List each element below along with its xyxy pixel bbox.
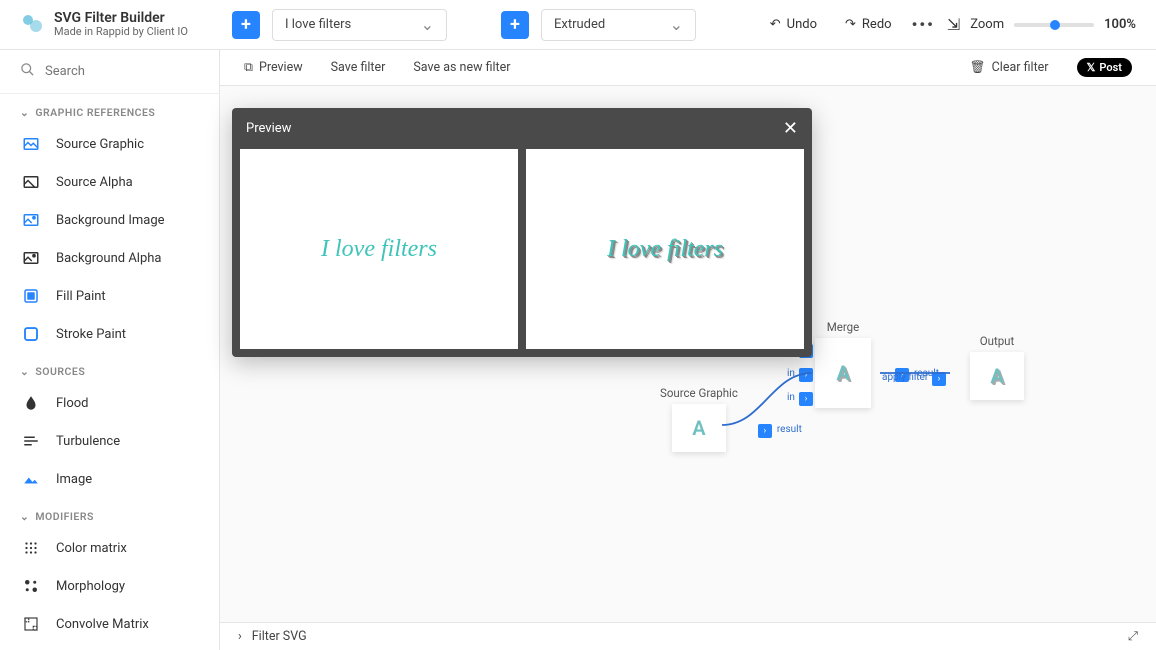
app-title: SVG Filter Builder — [54, 11, 188, 26]
section-modifiers[interactable]: ⌄ MODIFIERS — [0, 498, 219, 529]
sidebar-item-stroke-paint[interactable]: Stroke Paint — [0, 315, 219, 353]
port-label: result — [777, 424, 802, 435]
panel-title: Filter SVG — [252, 629, 307, 644]
sidebar-item-morphology[interactable]: Morphology — [0, 567, 219, 605]
add-filter-button[interactable]: + — [501, 11, 529, 39]
sidebar: ⌄ GRAPHIC REFERENCES Source Graphic Sour… — [0, 50, 220, 650]
node-merge[interactable]: Merge A › in › in › in › result — [815, 320, 871, 408]
chevron-down-icon: ⌄ — [20, 106, 29, 119]
chevron-down-icon: ⌄ — [421, 15, 434, 34]
search-icon — [20, 62, 35, 81]
clear-filter-button[interactable]: 🗑Clear filter — [970, 60, 1049, 75]
close-icon[interactable]: ✕ — [783, 118, 798, 139]
bg-alpha-icon — [20, 247, 42, 269]
zoom-label: Zoom — [970, 17, 1004, 32]
expand-icon[interactable]: ⤢ — [1128, 629, 1138, 644]
port-label: in — [787, 392, 795, 403]
search-input[interactable] — [45, 64, 211, 79]
source-dropdown[interactable]: I love filters ⌄ — [272, 9, 447, 41]
zoom-fit-icon[interactable]: ⇲ — [947, 15, 960, 34]
fill-paint-icon — [20, 285, 42, 307]
trash-icon: 🗑 — [970, 60, 986, 75]
port-label: in — [787, 368, 795, 379]
convolve-icon — [20, 613, 42, 635]
port-out[interactable]: › — [758, 424, 772, 438]
chevron-down-icon: ⌄ — [20, 365, 29, 378]
save-as-new-button[interactable]: Save as new filter — [413, 60, 510, 75]
app-logo-icon — [20, 12, 44, 36]
flood-icon — [20, 392, 42, 414]
filter-svg-panel[interactable]: › Filter SVG ⤢ — [220, 622, 1156, 650]
logo: SVG Filter Builder Made in Rappid by Cli… — [20, 11, 220, 38]
node-thumb: A — [672, 404, 726, 452]
filter-dropdown[interactable]: Extruded ⌄ — [541, 9, 696, 41]
preview-button[interactable]: ⧉Preview — [244, 60, 303, 75]
zoom-value: 100% — [1104, 17, 1136, 32]
image-icon — [20, 468, 42, 490]
redo-icon: ↷ — [845, 17, 856, 32]
chevron-down-icon: ⌄ — [670, 15, 683, 34]
x-icon: 𝕏 — [1087, 61, 1096, 74]
node-output[interactable]: Output A › apply filter — [970, 334, 1024, 400]
port-in[interactable]: › — [799, 392, 813, 406]
source-alpha-icon — [20, 171, 42, 193]
port-in[interactable]: › — [799, 368, 813, 382]
undo-button[interactable]: ↶ Undo — [762, 13, 825, 36]
canvas[interactable]: ⧉Preview Save filter Save as new filter … — [220, 50, 1156, 650]
sidebar-item-turbulence[interactable]: Turbulence — [0, 422, 219, 460]
sidebar-item-source-graphic[interactable]: Source Graphic — [0, 125, 219, 163]
chevron-down-icon: ⌄ — [20, 510, 29, 523]
node-thumb: A — [970, 352, 1024, 400]
stroke-paint-icon — [20, 323, 42, 345]
more-menu-button[interactable]: ••• — [912, 15, 935, 34]
port-label: apply filter — [882, 372, 928, 383]
preview-filtered: I love filters — [526, 149, 804, 349]
sidebar-item-color-matrix[interactable]: Color matrix — [0, 529, 219, 567]
zoom-slider[interactable] — [1014, 23, 1094, 27]
preview-icon: ⧉ — [244, 60, 253, 75]
sidebar-item-fill-paint[interactable]: Fill Paint — [0, 277, 219, 315]
section-sources[interactable]: ⌄ SOURCES — [0, 353, 219, 384]
app-subtitle: Made in Rappid by Client IO — [54, 26, 188, 38]
sidebar-item-image[interactable]: Image — [0, 460, 219, 498]
port-in[interactable]: › — [932, 372, 946, 386]
sidebar-item-convolve[interactable]: Convolve Matrix — [0, 605, 219, 643]
section-graphic-refs[interactable]: ⌄ GRAPHIC REFERENCES — [0, 94, 219, 125]
sidebar-item-flood[interactable]: Flood — [0, 384, 219, 422]
chevron-right-icon: › — [238, 629, 242, 644]
bg-image-icon — [20, 209, 42, 231]
post-button[interactable]: 𝕏Post — [1077, 58, 1132, 77]
undo-icon: ↶ — [770, 17, 781, 32]
modal-title: Preview — [246, 121, 291, 136]
save-filter-button[interactable]: Save filter — [331, 60, 386, 75]
morphology-icon — [20, 575, 42, 597]
color-matrix-icon — [20, 537, 42, 559]
turbulence-icon — [20, 430, 42, 452]
node-thumb: A — [815, 338, 871, 408]
node-source-graphic[interactable]: Source Graphic A › result — [660, 386, 738, 452]
sidebar-item-source-alpha[interactable]: Source Alpha — [0, 163, 219, 201]
preview-modal: Preview ✕ I love filters I love filters — [232, 108, 812, 357]
sidebar-item-bg-image[interactable]: Background Image — [0, 201, 219, 239]
preview-original: I love filters — [240, 149, 518, 349]
sidebar-item-bg-alpha[interactable]: Background Alpha — [0, 239, 219, 277]
source-graphic-icon — [20, 133, 42, 155]
add-source-button[interactable]: + — [232, 11, 260, 39]
redo-button[interactable]: ↷ Redo — [837, 13, 900, 36]
